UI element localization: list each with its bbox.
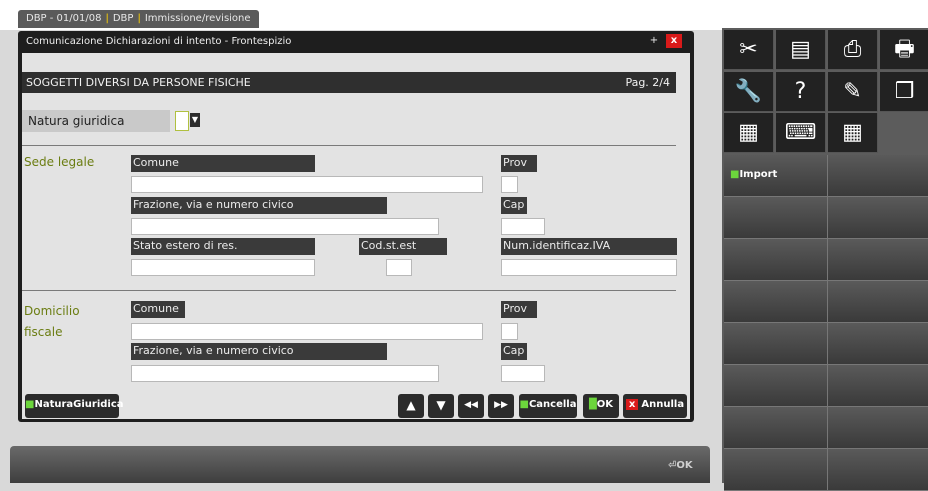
grid-icon[interactable]: ▦ [828, 113, 878, 153]
empty-command-slot [724, 239, 828, 281]
empty-command-slot [724, 449, 828, 491]
bottom-bar [10, 446, 710, 483]
arrow-down-icon[interactable]: ▼ [428, 394, 454, 418]
empty-command-slot [828, 449, 928, 491]
chevron-down-icon[interactable]: ▼ [190, 113, 200, 127]
empty-command-slot [828, 281, 928, 323]
empty-command-slot [724, 323, 828, 365]
close-icon: x [625, 399, 639, 410]
forward-icon[interactable]: ▶▶ [488, 394, 514, 418]
empty-command-slot [828, 197, 928, 239]
empty-command-slot [724, 281, 828, 323]
empty-command-slot [828, 155, 928, 197]
page-indicator: Pag. 2/4 [625, 76, 670, 89]
comune-header: Comune [131, 301, 185, 318]
import-button[interactable]: ■Import [724, 155, 828, 197]
document-icon[interactable]: ▤ [776, 30, 826, 70]
frazione-field[interactable] [131, 365, 439, 382]
tab-module: DBP [112, 13, 134, 24]
comune-field[interactable] [131, 323, 483, 340]
wrench-icon[interactable]: 🔧 [724, 72, 774, 112]
page-heading: SOGGETTI DIVERSI DA PERSONE FISICHE [22, 72, 676, 93]
natura-giuridica-label: Natura giuridica [22, 110, 170, 132]
edit-icon[interactable]: ✎ [828, 72, 878, 112]
rewind-icon[interactable]: ◀◀ [458, 394, 484, 418]
tab-function: Immissione/revisione [144, 13, 251, 24]
keyboard-icon[interactable]: ⌨ [776, 113, 826, 153]
printer-feed-icon[interactable]: ⎙ [828, 30, 878, 70]
calculator-icon[interactable]: ▦ [724, 113, 774, 153]
ok-button[interactable]: █OK [583, 394, 619, 418]
help-icon[interactable]: ? [776, 72, 826, 112]
prov-header: Prov [501, 155, 537, 172]
box-icon[interactable]: ❒ [880, 72, 928, 112]
stato-estero-header: Stato estero di res. [131, 238, 315, 255]
annulla-button[interactable]: x Annulla [623, 394, 687, 418]
num-iva-field[interactable] [501, 259, 677, 276]
empty-command-slot [724, 407, 828, 449]
section-fiscale: fiscale [24, 325, 63, 339]
cap-field[interactable] [501, 365, 545, 382]
prov-field[interactable] [501, 176, 518, 193]
empty-command-slot [828, 239, 928, 281]
cap-field[interactable] [501, 218, 545, 235]
cod-stato-header: Cod.st.est [359, 238, 447, 255]
prov-header: Prov [501, 301, 537, 318]
bottom-ok-button[interactable]: ⏎OK [668, 456, 708, 476]
frazione-field[interactable] [131, 218, 439, 235]
prov-field[interactable] [501, 323, 518, 340]
empty-command-slot [724, 197, 828, 239]
natura-giuridica-field[interactable] [175, 111, 189, 131]
frazione-header: Frazione, via e numero civico [131, 343, 387, 360]
tab-company: DBP - 01/01/08 [26, 13, 102, 24]
scissors-icon[interactable]: ✂ [724, 30, 774, 70]
cancella-button[interactable]: ■Cancella [519, 394, 577, 418]
divider [22, 290, 676, 291]
empty-command-slot [828, 407, 928, 449]
section-domicilio: Domicilio [24, 304, 80, 318]
comune-field[interactable] [131, 176, 483, 193]
section-sede-legale: Sede legale [24, 155, 95, 169]
num-iva-header: Num.identificaz.IVA [501, 238, 677, 255]
import-label: Import [739, 169, 778, 180]
close-icon[interactable]: x [666, 34, 682, 48]
expand-icon[interactable]: + [646, 34, 662, 48]
window-title: Comunicazione Dichiarazioni di intento -… [26, 36, 292, 47]
cap-header: Cap [501, 197, 527, 214]
empty-command-slot [828, 365, 928, 407]
empty-command-slot [724, 365, 828, 407]
arrow-up-icon[interactable]: ▲ [398, 394, 424, 418]
comune-header: Comune [131, 155, 315, 172]
printer-icon[interactable]: 🖶 [880, 30, 928, 70]
stato-estero-field[interactable] [131, 259, 315, 276]
cod-stato-field[interactable] [386, 259, 412, 276]
divider [22, 145, 676, 146]
tab-active[interactable]: DBP - 01/01/08 | DBP | Immissione/revisione [18, 10, 259, 28]
cap-header: Cap [501, 343, 527, 360]
frazione-header: Frazione, via e numero civico [131, 197, 387, 214]
empty-command-slot [828, 323, 928, 365]
natura-giuridica-button[interactable]: ■NaturaGiuridica [25, 394, 124, 418]
